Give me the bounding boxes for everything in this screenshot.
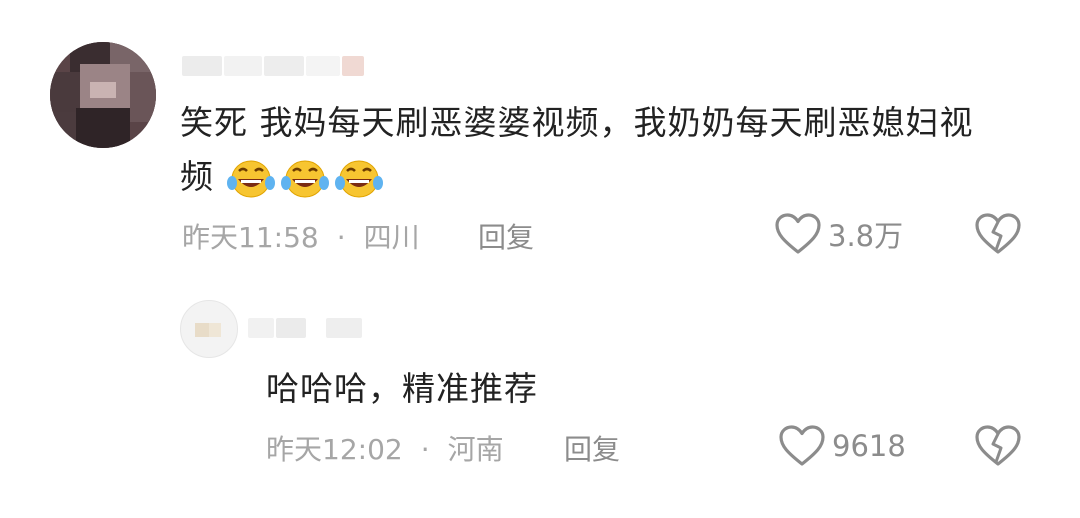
meta-separator: · bbox=[336, 221, 346, 254]
dislike-button[interactable] bbox=[974, 424, 1022, 472]
dislike-button[interactable] bbox=[974, 212, 1022, 260]
broken-heart-icon bbox=[975, 213, 1021, 254]
heart-outline-icon bbox=[779, 425, 825, 466]
comment-time: 昨天12:02 bbox=[266, 433, 403, 466]
comment-thread: 笑死 我妈每天刷恶婆婆视频，我奶奶每天刷恶媳妇视 频 昨天11:58 · 四川 … bbox=[0, 0, 1080, 518]
reply-button[interactable]: 回复 bbox=[478, 216, 534, 256]
reply-button[interactable]: 回复 bbox=[564, 428, 620, 468]
comment-time: 昨天11:58 bbox=[182, 221, 319, 254]
username-blurred[interactable] bbox=[182, 52, 382, 78]
comment-text-line1: 哈哈哈，精准推荐 bbox=[266, 369, 538, 408]
avatar[interactable] bbox=[180, 300, 238, 358]
comment-location: 四川 bbox=[363, 221, 420, 254]
meta-separator: · bbox=[420, 433, 430, 466]
comment-body: 哈哈哈，精准推荐 bbox=[266, 362, 538, 416]
username-blurred[interactable] bbox=[248, 316, 388, 340]
laughing-crying-emoji bbox=[334, 157, 384, 201]
avatar[interactable] bbox=[50, 42, 156, 148]
laughing-crying-emoji bbox=[226, 157, 276, 201]
comment-meta: 昨天11:58 · 四川 bbox=[182, 216, 420, 256]
like-button[interactable]: 9618 bbox=[778, 424, 906, 468]
laughing-crying-emoji bbox=[280, 157, 330, 201]
broken-heart-icon bbox=[975, 425, 1021, 466]
like-count: 9618 bbox=[832, 429, 906, 463]
like-count: 3.8万 bbox=[828, 219, 904, 253]
like-button[interactable]: 3.8万 bbox=[774, 212, 903, 256]
comment-meta: 昨天12:02 · 河南 bbox=[266, 428, 504, 468]
comment-location: 河南 bbox=[447, 433, 504, 466]
comment-text-line2: 频 bbox=[180, 157, 214, 196]
heart-outline-icon bbox=[775, 213, 821, 254]
comment-body: 笑死 我妈每天刷恶婆婆视频，我奶奶每天刷恶媳妇视 频 bbox=[180, 96, 1040, 204]
comment-text-line1: 笑死 我妈每天刷恶婆婆视频，我奶奶每天刷恶媳妇视 bbox=[180, 103, 974, 142]
